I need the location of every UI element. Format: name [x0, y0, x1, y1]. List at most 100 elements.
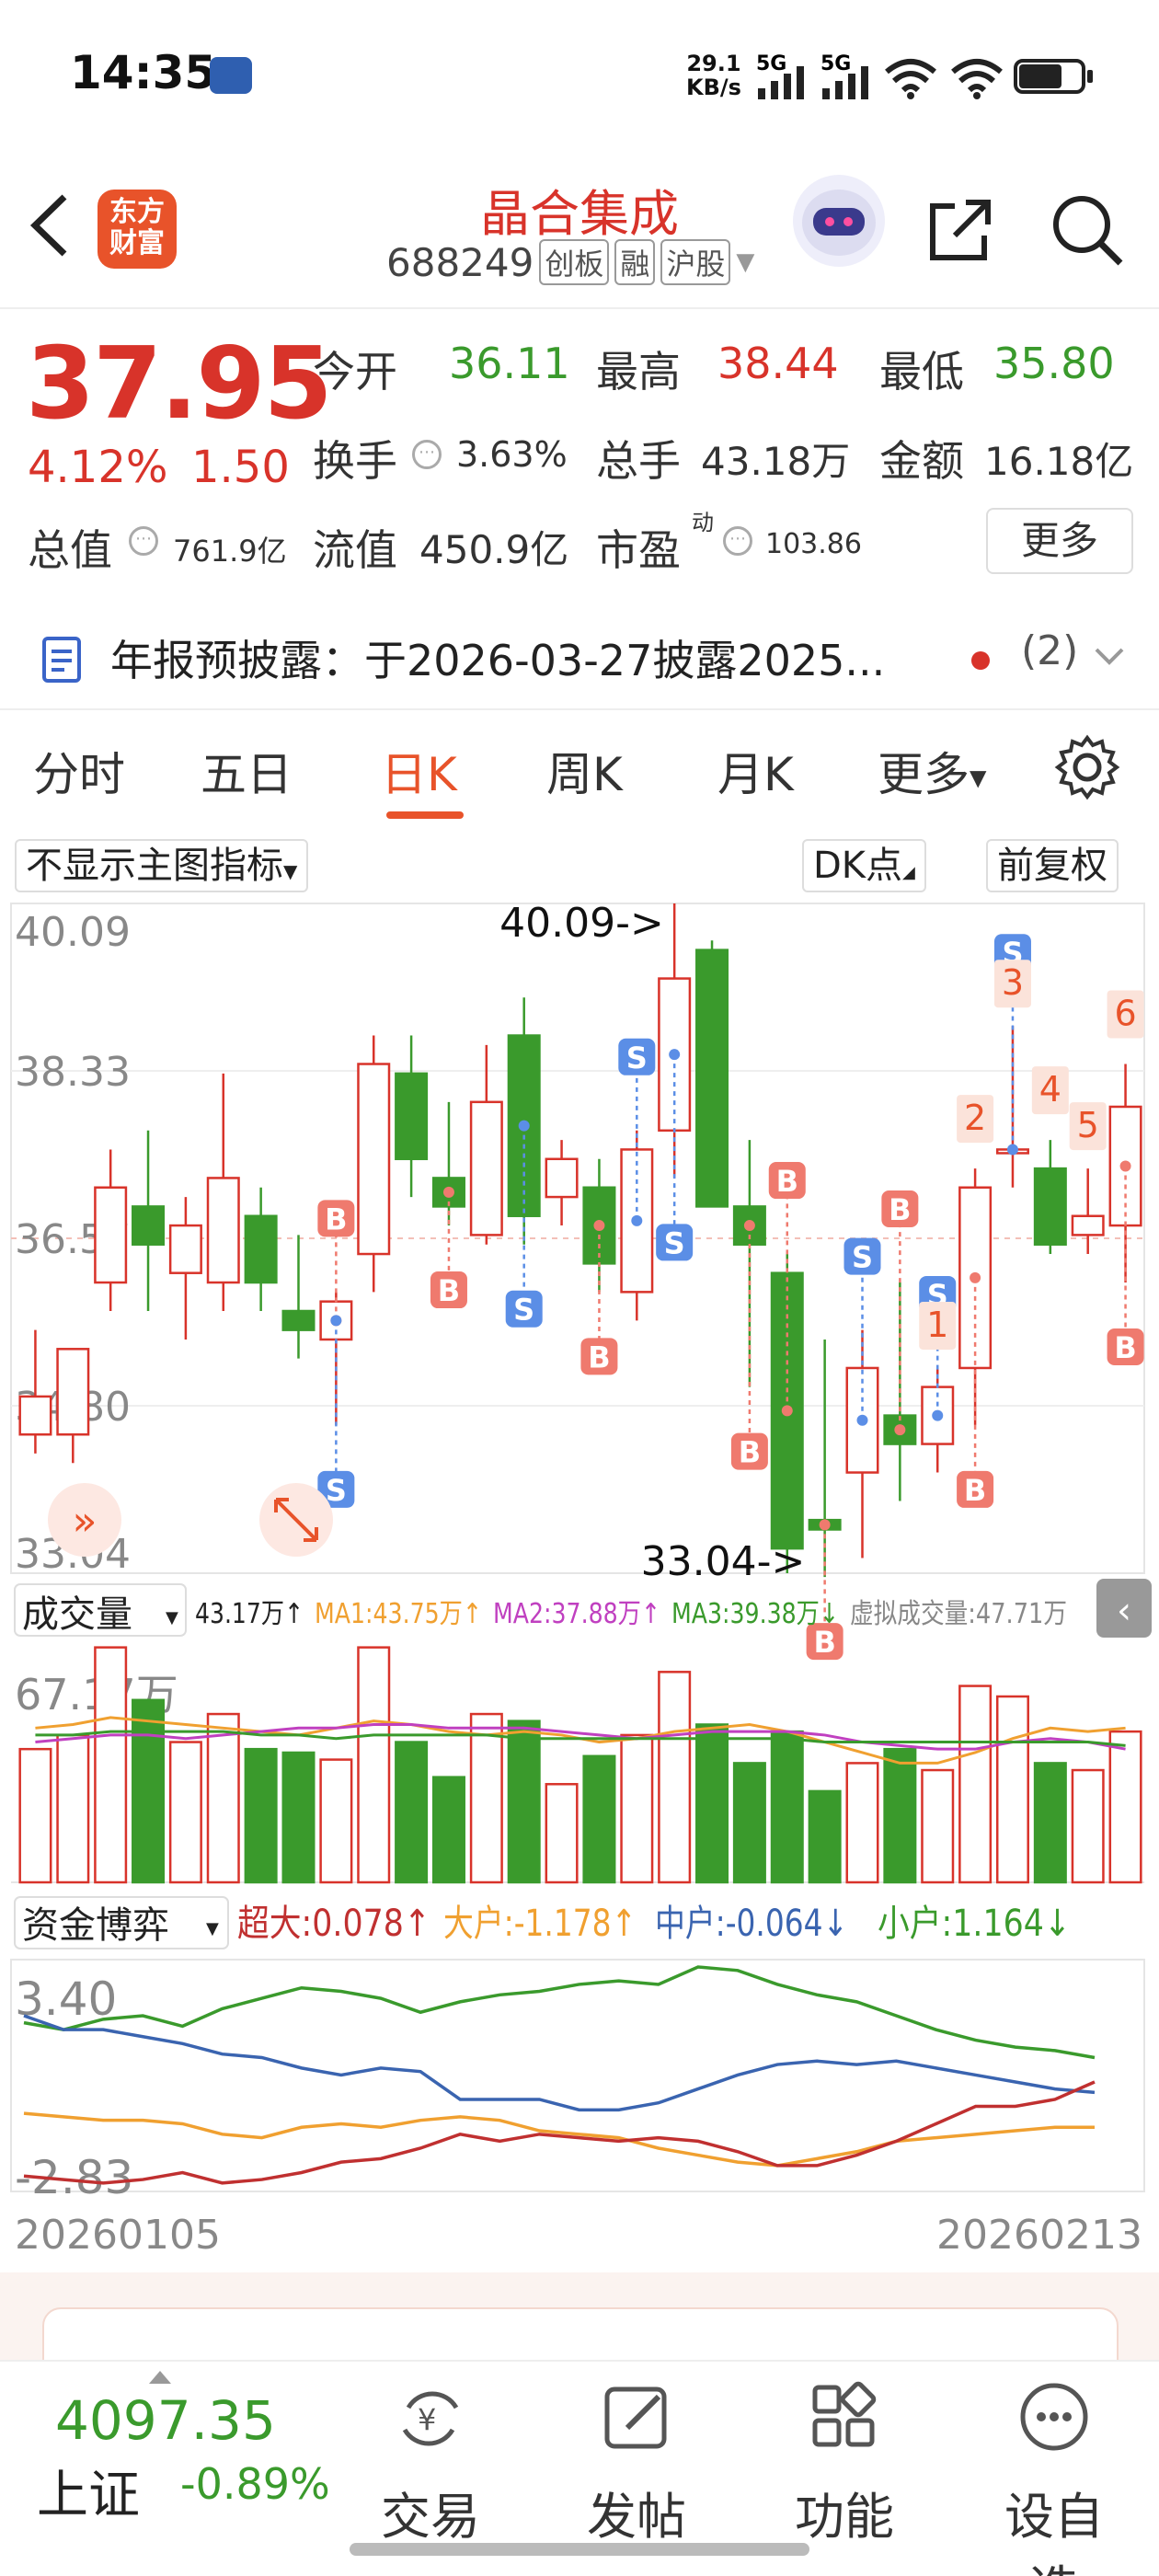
- flow-large-line: [23, 2111, 1095, 2168]
- volume-bar: [921, 1768, 955, 1884]
- volume-ma2: MA2:37.88万↑: [493, 1598, 660, 1630]
- x-start-date: 20260105: [15, 2212, 221, 2259]
- marker-dot: [819, 1519, 831, 1531]
- marker-dot: [1119, 1160, 1131, 1172]
- candle-body: [469, 1100, 503, 1236]
- volume-bar: [357, 1646, 391, 1884]
- dk-number: 4: [1039, 1069, 1061, 1110]
- marker-dot: [442, 1186, 454, 1198]
- edit-icon: [604, 2386, 667, 2449]
- more-circle-icon: [1020, 2383, 1088, 2451]
- marker-label: B: [739, 1435, 761, 1470]
- marker-dot: [894, 1424, 906, 1436]
- dropdown-arrow-icon: ▼: [206, 1919, 219, 1938]
- marker-dot: [1006, 1144, 1018, 1156]
- volume-bar: [582, 1754, 616, 1884]
- caret-up-icon: [149, 2371, 171, 2384]
- flow-super-large: 超大:0.078↑: [237, 1903, 430, 1945]
- grid-icon: [812, 2381, 877, 2447]
- y-tick-label: 40.09: [15, 909, 131, 956]
- nav-trade-label: 交易: [381, 2488, 480, 2546]
- y-tick-label: 38.33: [15, 1049, 131, 1096]
- volume-bar: [545, 1783, 579, 1884]
- volume-bar: [620, 1733, 654, 1884]
- candle-body: [281, 1309, 316, 1331]
- volume-bar: [395, 1741, 429, 1884]
- volume-bar: [168, 1741, 202, 1884]
- marker-label: S: [513, 1293, 534, 1328]
- candle-body: [18, 1395, 52, 1436]
- max-price-label: 40.09->: [499, 900, 664, 947]
- marker-dot: [593, 1220, 605, 1232]
- volume-bar: [1108, 1730, 1142, 1884]
- marker-label: B: [588, 1340, 610, 1374]
- dk-number: 5: [1077, 1105, 1099, 1145]
- marker-dot: [970, 1271, 981, 1283]
- volume-bar: [770, 1730, 804, 1884]
- volume-current: 43.17万↑: [195, 1598, 304, 1630]
- volume-bar: [845, 1762, 879, 1884]
- nav-post-label: 发帖: [587, 2488, 686, 2546]
- marker-dot: [856, 1414, 868, 1426]
- volume-title: 成交量: [22, 1593, 132, 1636]
- dk-number: 3: [1002, 962, 1024, 1003]
- marker-label: B: [964, 1473, 986, 1508]
- volume-bar: [995, 1695, 1029, 1884]
- volume-bar: [469, 1712, 503, 1884]
- volume-ma3: MA3:39.38万↓: [671, 1598, 839, 1630]
- svg-text:¥: ¥: [418, 2402, 436, 2437]
- volume-ma1: MA1:43.75万↑: [315, 1598, 482, 1630]
- volume-bar: [1071, 1768, 1105, 1884]
- chevron-left-icon: ‹: [1117, 1590, 1131, 1632]
- marker-label: B: [889, 1192, 911, 1227]
- volume-bar: [732, 1762, 766, 1884]
- flow-small: 小户:1.164↓: [878, 1903, 1071, 1945]
- marker-dot: [932, 1409, 944, 1421]
- candle-body: [545, 1157, 579, 1199]
- candle-body: [695, 949, 729, 1208]
- volume-virtual: 虚拟成交量:47.71万: [850, 1598, 1067, 1630]
- candle-body: [244, 1214, 278, 1284]
- dk-number: 1: [926, 1305, 948, 1345]
- volume-bar: [808, 1789, 842, 1884]
- candle-body: [395, 1072, 429, 1161]
- index-change: -0.89%: [180, 2459, 330, 2509]
- volume-bar: [658, 1671, 692, 1884]
- marker-dot: [631, 1214, 643, 1226]
- dk-number: 2: [964, 1098, 986, 1138]
- flow-large: 大户:-1.178↑: [443, 1903, 637, 1945]
- volume-bar: [132, 1698, 166, 1884]
- volume-bar: [244, 1747, 278, 1884]
- volume-bar: [281, 1751, 316, 1884]
- candle-body: [56, 1348, 90, 1436]
- index-name: 上证: [37, 2466, 140, 2525]
- candle-body: [168, 1224, 202, 1274]
- capital-flow-title: 资金博弈: [22, 1904, 169, 1947]
- marker-label: S: [626, 1041, 648, 1075]
- marker-dot: [743, 1220, 755, 1232]
- min-price-label: 33.04->: [641, 1538, 806, 1585]
- marker-label: B: [776, 1164, 798, 1199]
- nav-functions-label: 功能: [795, 2488, 894, 2546]
- double-chevron-icon: »: [73, 1498, 98, 1545]
- flow-medium: 中户:-0.064↓: [655, 1903, 848, 1945]
- marker-dot: [669, 1049, 681, 1061]
- candle-body: [206, 1177, 240, 1284]
- kline-chart[interactable]: 40.0938.3336.5734.8033.0440.09->33.04->B…: [0, 0, 1159, 2282]
- yen-exchange-icon: ¥: [402, 2391, 459, 2446]
- volume-bar: [18, 1747, 52, 1884]
- volume-bar: [319, 1758, 353, 1884]
- candle-body: [1033, 1167, 1067, 1246]
- volume-bar: [431, 1776, 465, 1884]
- volume-bar: [206, 1712, 240, 1884]
- candle-body: [357, 1063, 391, 1256]
- index-value[interactable]: 4097.35: [55, 2389, 276, 2452]
- marker-label: S: [852, 1240, 873, 1275]
- volume-bar: [507, 1719, 541, 1884]
- marker-dot: [781, 1405, 793, 1417]
- candle-body: [1071, 1214, 1105, 1236]
- x-end-date: 20260213: [936, 2212, 1142, 2259]
- volume-bar: [94, 1646, 128, 1884]
- volume-bar: [883, 1747, 917, 1884]
- marker-dot: [518, 1120, 530, 1132]
